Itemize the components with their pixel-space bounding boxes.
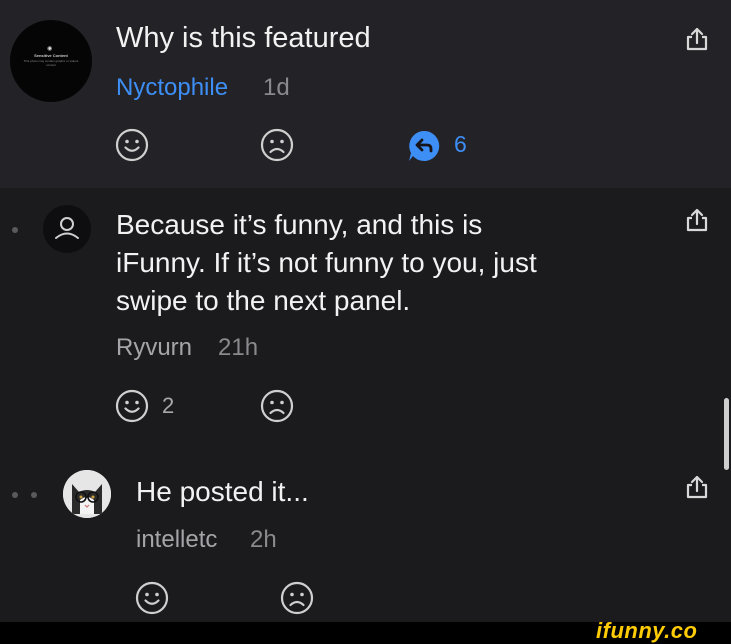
thread-dot (12, 492, 18, 498)
comment-time: 21h (218, 334, 259, 361)
share-icon[interactable] (684, 26, 710, 52)
comment-text-line: iFunny. If it’s not funny to you, just (116, 247, 537, 278)
comment-text-line: Because it’s funny, and this is (116, 209, 483, 240)
thread-dot (12, 227, 18, 233)
smile-icon[interactable] (115, 128, 149, 162)
reply-count[interactable]: 6 (454, 131, 467, 158)
frown-icon[interactable] (280, 581, 314, 615)
comment-time: 2h (250, 526, 277, 553)
comment-text: Why is this featured (116, 22, 371, 54)
share-icon[interactable] (684, 474, 710, 500)
thread-dot (31, 492, 37, 498)
smile-icon[interactable] (135, 581, 169, 615)
scrollbar[interactable] (724, 398, 729, 470)
comment-author[interactable]: Ryvurn (116, 334, 192, 362)
avatar[interactable] (43, 205, 91, 253)
eye-off-icon: ◉ (47, 46, 53, 52)
comment-text-line: swipe to the next panel. (116, 285, 411, 316)
frown-icon[interactable] (260, 128, 294, 162)
comment-author[interactable]: intelletc (136, 526, 217, 554)
like-count: 2 (162, 393, 175, 418)
comment-text-line: He posted it... (136, 476, 309, 507)
comment-author[interactable]: Nyctophile (116, 74, 228, 102)
frown-icon[interactable] (260, 389, 294, 423)
user-icon (55, 217, 79, 239)
sensitive-body: This photo may contain graphic or violen… (23, 59, 79, 67)
smile-icon[interactable] (115, 389, 149, 423)
comment-time: 1d (263, 74, 290, 101)
share-icon[interactable] (684, 207, 710, 233)
ifunny-watermark: ifunny.co (596, 618, 698, 643)
avatar[interactable] (63, 470, 111, 518)
cat-avatar-icon (63, 470, 111, 518)
reply-icon[interactable] (407, 129, 441, 163)
sensitive-heading: Sensitive Content (34, 53, 68, 58)
avatar[interactable]: ◉ Sensitive Content This photo may conta… (10, 20, 92, 102)
